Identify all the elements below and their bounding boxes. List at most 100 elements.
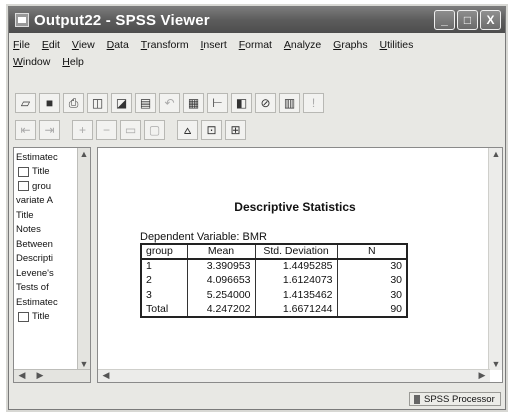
outline-vertical-scrollbar[interactable]: ▲ ▼ — [77, 148, 90, 370]
outline-item[interactable]: Between — [16, 237, 78, 252]
table-object-icon — [18, 181, 29, 192]
book-icon — [18, 166, 29, 177]
expand-icon[interactable]: + — [72, 120, 93, 140]
column-header-mean: Mean — [187, 244, 256, 260]
outline-item[interactable]: Estimatec — [16, 295, 78, 310]
column-header-group: group — [141, 244, 188, 260]
hide-icon[interactable]: ▢ — [144, 120, 165, 140]
export-icon[interactable]: ◪ — [111, 93, 132, 113]
menu-analyze[interactable]: Analyze — [284, 37, 321, 54]
insert-title-icon[interactable]: ⊡ — [201, 120, 222, 140]
output-vertical-scrollbar[interactable]: ▲ ▼ — [488, 148, 502, 370]
table-row: 3 5.254000 1.4135462 30 — [141, 287, 407, 302]
main-toolbar: ▱ ■ ⎙ ◫ ◪ ▤ ↶ ▦ ⊢ ◧ ⊘ ▥ ! — [15, 92, 324, 114]
outline-list: Estimatec Title grou variate A Title Not… — [16, 150, 78, 324]
window-controls: _ □ X — [434, 10, 501, 30]
use-sets-icon[interactable]: ⊘ — [255, 93, 276, 113]
menu-format[interactable]: Format — [239, 37, 272, 54]
spss-viewer-window: Output22 - SPSS Viewer _ □ X File Edit V… — [8, 6, 506, 410]
close-button[interactable]: X — [480, 10, 501, 30]
minimize-button[interactable]: _ — [434, 10, 455, 30]
menu-insert[interactable]: Insert — [201, 37, 227, 54]
output-horizontal-scrollbar[interactable]: ◀ ▶ — [98, 369, 490, 382]
scroll-right-icon[interactable]: ▶ — [34, 370, 46, 381]
scroll-right-icon[interactable]: ▶ — [476, 370, 488, 381]
column-header-n: N — [337, 244, 407, 260]
window-title: Output22 - SPSS Viewer — [34, 11, 210, 29]
save-icon[interactable]: ■ — [39, 93, 60, 113]
cell-std-deviation: 1.6671244 — [255, 302, 338, 317]
undo-icon[interactable]: ↶ — [159, 93, 180, 113]
scroll-down-icon[interactable]: ▼ — [78, 359, 90, 369]
viewer-body: Estimatec Title grou variate A Title Not… — [13, 147, 503, 395]
scroll-down-icon[interactable]: ▼ — [490, 359, 502, 369]
show-icon[interactable]: ▭ — [120, 120, 141, 140]
menu-data[interactable]: Data — [107, 37, 129, 54]
outline-item[interactable]: variate A — [16, 194, 78, 209]
insert-heading-icon[interactable]: ⩟ — [177, 120, 198, 140]
output-content-pane: Descriptive Statistics Dependent Variabl… — [97, 147, 503, 383]
outline-horizontal-scrollbar[interactable]: ◀ ▶ — [14, 369, 90, 382]
menu-graphs[interactable]: Graphs — [333, 37, 367, 54]
maximize-button[interactable]: □ — [457, 10, 478, 30]
processor-status: SPSS Processor — [409, 392, 501, 406]
open-icon[interactable]: ▱ — [15, 93, 36, 113]
table-title: Descriptive Statistics — [234, 200, 356, 214]
scroll-left-icon[interactable]: ◀ — [100, 370, 112, 381]
demote-icon[interactable]: ⇥ — [39, 120, 60, 140]
menu-file[interactable]: File — [13, 37, 30, 54]
outline-item[interactable]: Estimatec — [16, 150, 78, 165]
insert-text-icon[interactable]: ⊞ — [225, 120, 246, 140]
table-row: 1 3.390953 1.4495285 30 — [141, 258, 407, 273]
spss-app-icon[interactable] — [15, 13, 29, 27]
outline-item[interactable]: Title — [16, 208, 78, 223]
status-bar: SPSS Processor — [13, 392, 503, 407]
column-header-std-deviation: Std. Deviation — [255, 244, 338, 260]
cell-mean: 4.096653 — [187, 273, 256, 288]
scroll-left-icon[interactable]: ◀ — [16, 370, 28, 381]
descriptive-statistics-table[interactable]: group Mean Std. Deviation N 1 3.390953 1… — [140, 243, 408, 318]
menu-transform[interactable]: Transform — [141, 37, 189, 54]
menu-view[interactable]: View — [72, 37, 95, 54]
outline-item[interactable]: Notes — [16, 223, 78, 238]
scroll-up-icon[interactable]: ▲ — [78, 149, 90, 159]
menu-edit[interactable]: Edit — [42, 37, 60, 54]
menu-help[interactable]: Help — [62, 54, 84, 71]
cell-mean: 3.390953 — [187, 258, 256, 273]
outline-item[interactable]: Title — [16, 165, 78, 180]
cell-n: 30 — [390, 288, 402, 301]
recall-dialog-icon[interactable]: ▤ — [135, 93, 156, 113]
cell-n: 30 — [390, 260, 402, 273]
cell-mean: 5.254000 — [187, 287, 256, 302]
outline-pane: Estimatec Title grou variate A Title Not… — [13, 147, 91, 383]
cell-mean: 4.247202 — [187, 302, 256, 317]
menu-utilities[interactable]: Utilities — [380, 37, 414, 54]
goto-data-icon[interactable]: ▦ — [183, 93, 204, 113]
cell-std-deviation: 1.4135462 — [255, 287, 338, 302]
outline-item[interactable]: Levene's — [16, 266, 78, 281]
scroll-up-icon[interactable]: ▲ — [490, 149, 502, 159]
menu-window[interactable]: Window — [13, 54, 50, 71]
collapse-icon[interactable]: − — [96, 120, 117, 140]
book-icon — [18, 311, 29, 322]
outline-item[interactable]: Tests of — [16, 281, 78, 296]
outline-toolbar: ⇤ ⇥ + − ▭ ▢ ⩟ ⊡ ⊞ — [15, 119, 246, 141]
goto-case-icon[interactable]: ⊢ — [207, 93, 228, 113]
title-bar[interactable]: Output22 - SPSS Viewer _ □ X — [9, 7, 505, 33]
cell-n: 30 — [390, 274, 402, 287]
outline-item[interactable]: Title — [16, 310, 78, 325]
cell-std-deviation: 1.6124073 — [255, 273, 338, 288]
designate-window-icon[interactable]: ▥ — [279, 93, 300, 113]
cell-group: 1 — [141, 258, 188, 273]
table-row: Total 4.247202 1.6671244 90 — [141, 302, 407, 317]
print-preview-icon[interactable]: ◫ — [87, 93, 108, 113]
outline-item[interactable]: Descripti — [16, 252, 78, 267]
outline-item[interactable]: grou — [16, 179, 78, 194]
cell-group: 3 — [141, 287, 188, 302]
select-last-output-icon[interactable]: ! — [303, 93, 324, 113]
variables-icon[interactable]: ◧ — [231, 93, 252, 113]
cell-group: Total — [141, 302, 188, 317]
promote-icon[interactable]: ⇤ — [15, 120, 36, 140]
print-icon[interactable]: ⎙ — [63, 93, 84, 113]
cell-n: 90 — [390, 302, 402, 315]
